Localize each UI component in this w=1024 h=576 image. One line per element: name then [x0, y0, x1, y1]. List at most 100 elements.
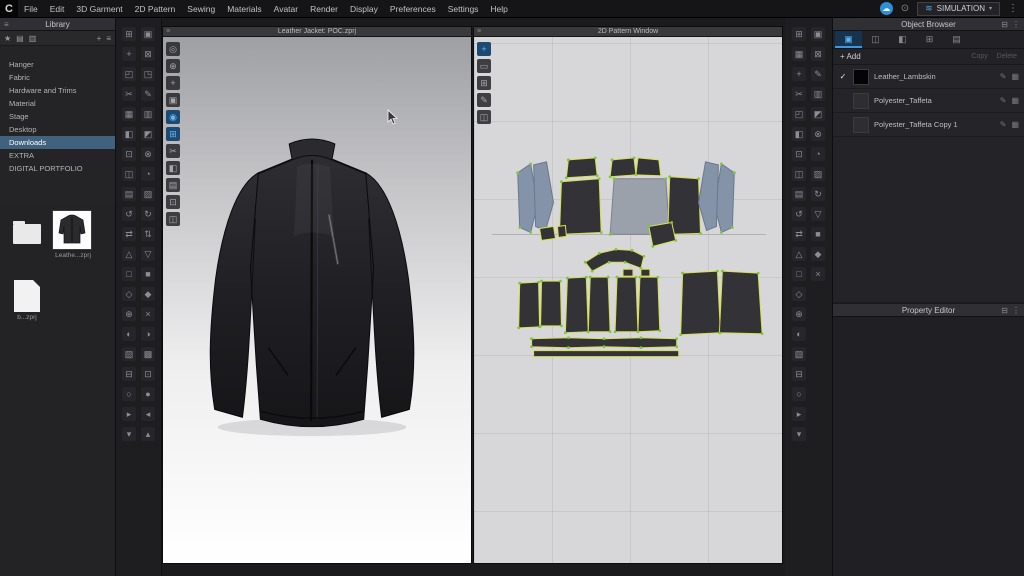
tool-icon[interactable]: ▧ — [122, 347, 136, 361]
more-menu-icon[interactable]: ⋮ — [1008, 3, 1018, 14]
tool-icon[interactable]: ● — [141, 387, 155, 401]
menu-item[interactable]: Display — [344, 0, 384, 18]
tool-icon[interactable]: ◇ — [792, 287, 806, 301]
menu-item[interactable]: Settings — [442, 0, 485, 18]
tool-icon[interactable]: ↺ — [122, 207, 136, 221]
tool-icon[interactable]: ▦ — [792, 47, 806, 61]
viewport-tool-icon[interactable]: + — [477, 42, 491, 56]
add-button[interactable]: + Add — [840, 52, 861, 61]
simulation-button[interactable]: ≋ SIMULATION ▾ — [917, 2, 1000, 16]
copy-button[interactable]: Copy — [971, 53, 987, 60]
window-menu-icon[interactable]: ≡ — [166, 27, 170, 37]
library-item[interactable]: DIGITAL PORTFOLIO — [0, 162, 115, 175]
tool-icon[interactable]: □ — [792, 267, 806, 281]
viewport-tool-icon[interactable]: ▭ — [477, 59, 491, 73]
tool-icon[interactable]: ⊟ — [792, 367, 806, 381]
gear-icon[interactable]: ⊙ — [901, 0, 909, 18]
tool-icon[interactable]: ⊕ — [792, 307, 806, 321]
tool-icon[interactable]: ○ — [792, 387, 806, 401]
viewport-tool-icon[interactable]: ◧ — [166, 161, 180, 175]
tool-icon[interactable]: ◩ — [811, 107, 825, 121]
object-browser-tab[interactable]: ▣ — [835, 31, 862, 48]
tool-icon[interactable]: ▸ — [122, 407, 136, 421]
tool-icon[interactable]: ▽ — [811, 207, 825, 221]
tool-icon[interactable]: ▣ — [141, 27, 155, 41]
viewport-tool-icon[interactable]: + — [166, 76, 180, 90]
menu-item[interactable]: Preferences — [384, 0, 442, 18]
library-item[interactable]: Desktop — [0, 123, 115, 136]
tool-icon[interactable]: ⊕ — [122, 307, 136, 321]
property-editor-body[interactable] — [833, 317, 1024, 576]
layers-icon[interactable]: ▦ — [1011, 120, 1019, 129]
tool-icon[interactable]: ▨ — [141, 187, 155, 201]
delete-button[interactable]: Delete — [997, 53, 1017, 60]
viewport-tool-icon[interactable]: ▣ — [166, 93, 180, 107]
tool-icon[interactable]: ▧ — [792, 347, 806, 361]
library-item[interactable]: Material — [0, 97, 115, 110]
viewport-tool-icon[interactable]: ⊕ — [166, 59, 180, 73]
viewport-tool-icon[interactable]: ⊡ — [166, 195, 180, 209]
viewport-tool-icon[interactable]: ✎ — [477, 93, 491, 107]
tool-icon[interactable]: ⊞ — [122, 27, 136, 41]
tool-icon[interactable]: △ — [122, 247, 136, 261]
tool-icon[interactable]: ↻ — [811, 187, 825, 201]
window-menu-icon[interactable]: ≡ — [477, 27, 481, 37]
tool-icon[interactable]: ✎ — [141, 87, 155, 101]
tool-icon[interactable]: ◂ — [141, 407, 155, 421]
tool-icon[interactable]: ▨ — [811, 167, 825, 181]
panel-menu-icon[interactable]: ⋮ — [1012, 304, 1020, 317]
tool-icon[interactable]: ◔ — [811, 147, 825, 161]
object-browser-tab[interactable]: ▤ — [943, 31, 970, 48]
library-item[interactable]: Hardware and Trims — [0, 84, 115, 97]
folder-icon[interactable]: ▤ — [16, 34, 24, 43]
tool-icon[interactable]: ▥ — [811, 87, 825, 101]
tool-icon[interactable]: ⊡ — [792, 147, 806, 161]
2d-viewport-canvas[interactable]: + ▭ ⊞ ✎ ◫ — [474, 37, 782, 563]
object-browser-tab[interactable]: ◫ — [862, 31, 889, 48]
object-row[interactable]: ✓ Leather_Lambskin ✎ ▦ — [833, 65, 1024, 89]
viewport-tool-icon[interactable]: ⊞ — [477, 76, 491, 90]
menu-item[interactable]: Sewing — [181, 0, 221, 18]
tool-icon[interactable]: ⇅ — [141, 227, 155, 241]
library-item[interactable]: EXTRA — [0, 149, 115, 162]
tool-icon[interactable]: ▥ — [141, 107, 155, 121]
favorites-star-icon[interactable]: ★ — [4, 34, 11, 43]
collapse-icon[interactable]: ⊟ — [1001, 18, 1008, 31]
menu-item[interactable]: Edit — [44, 0, 71, 18]
viewport-tool-icon[interactable]: ⊞ — [166, 127, 180, 141]
menu-item[interactable]: Avatar — [268, 0, 304, 18]
file-thumbnail-doc[interactable]: b...zprj — [10, 280, 44, 321]
tool-icon[interactable]: ■ — [811, 227, 825, 241]
check-icon[interactable]: ✓ — [838, 72, 848, 81]
tool-icon[interactable]: ◧ — [792, 127, 806, 141]
tool-icon[interactable]: ✎ — [811, 67, 825, 81]
viewport-tool-icon[interactable]: ✂ — [166, 144, 180, 158]
menu-item[interactable]: 2D Pattern — [129, 0, 182, 18]
tool-icon[interactable]: ⇄ — [792, 227, 806, 241]
menu-item[interactable]: 3D Garment — [70, 0, 128, 18]
tool-icon[interactable]: ◫ — [122, 167, 136, 181]
tool-icon[interactable]: ◆ — [811, 247, 825, 261]
tool-icon[interactable]: ▾ — [792, 427, 806, 441]
tool-icon[interactable]: ▣ — [811, 27, 825, 41]
tool-icon[interactable]: ↺ — [792, 207, 806, 221]
tool-icon[interactable]: ■ — [141, 267, 155, 281]
tool-icon[interactable]: ◐ — [122, 327, 136, 341]
add-library-icon[interactable]: + — [97, 34, 102, 43]
tool-icon[interactable]: ⊠ — [811, 47, 825, 61]
object-browser-tab[interactable]: ⊞ — [916, 31, 943, 48]
tool-icon[interactable]: ▴ — [141, 427, 155, 441]
tool-icon[interactable]: ○ — [122, 387, 136, 401]
tool-icon[interactable]: ◫ — [792, 167, 806, 181]
tool-icon[interactable]: □ — [122, 267, 136, 281]
library-item[interactable]: Fabric — [0, 71, 115, 84]
edit-icon[interactable]: ✎ — [1000, 72, 1007, 81]
panel-menu-icon[interactable]: ⋮ — [1012, 18, 1020, 31]
layers-icon[interactable]: ▦ — [1011, 96, 1019, 105]
viewport-tool-icon[interactable]: ◫ — [477, 110, 491, 124]
tool-icon[interactable]: ◰ — [792, 107, 806, 121]
tool-icon[interactable]: ▩ — [141, 347, 155, 361]
tool-icon[interactable]: ◩ — [141, 127, 155, 141]
tool-icon[interactable]: ↻ — [141, 207, 155, 221]
tool-icon[interactable]: × — [811, 267, 825, 281]
